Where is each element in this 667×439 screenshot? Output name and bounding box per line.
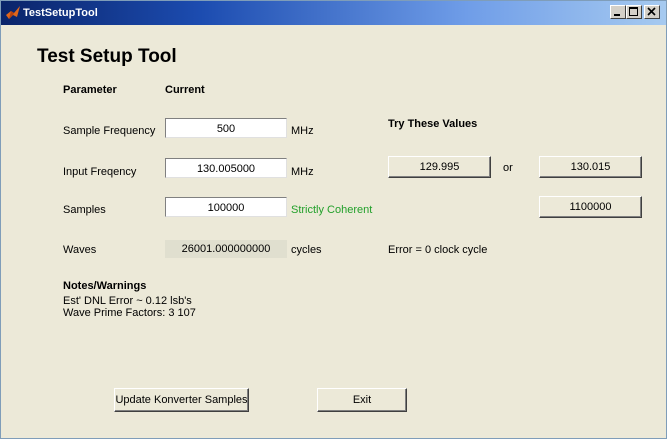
exit-button[interactable]: Exit — [317, 388, 407, 412]
input-frequency-input[interactable]: 130.005000 — [165, 158, 287, 178]
update-samples-button[interactable]: Update Konverter Samples — [114, 388, 249, 412]
samples-input[interactable]: 100000 — [165, 197, 287, 217]
waves-unit: cycles — [291, 244, 322, 256]
input-frequency-unit: MHz — [291, 166, 314, 178]
sample-frequency-input[interactable]: 500 — [165, 118, 287, 138]
or-label: or — [503, 162, 513, 174]
sample-frequency-unit: MHz — [291, 125, 314, 137]
close-icon — [647, 7, 656, 16]
notes-title: Notes/Warnings — [63, 280, 147, 292]
samples-label: Samples — [63, 204, 106, 216]
minimize-button[interactable] — [610, 5, 626, 19]
try-low-button[interactable]: 129.995 — [388, 156, 491, 178]
application-window: TestSetupTool Test Setup Tool Parameter … — [0, 0, 667, 439]
sample-frequency-label: Sample Frequency — [63, 125, 156, 137]
error-readout: Error = 0 clock cycle — [388, 244, 488, 256]
column-header-current: Current — [165, 84, 205, 96]
waves-label: Waves — [63, 244, 97, 256]
title-bar[interactable]: TestSetupTool — [1, 1, 666, 25]
close-button[interactable] — [644, 5, 660, 19]
main-panel: Test Setup Tool Parameter Current Try Th… — [1, 25, 666, 438]
window-title: TestSetupTool — [23, 7, 98, 19]
minimize-icon — [614, 14, 620, 16]
maximize-icon — [629, 7, 638, 16]
note-line: Wave Prime Factors: 3 107 — [63, 307, 196, 319]
try-high-button[interactable]: 130.015 — [539, 156, 642, 178]
column-header-try-values: Try These Values — [388, 118, 478, 130]
waves-value: 26001.000000000 — [165, 240, 287, 258]
matlab-icon — [5, 5, 21, 21]
try-samples-button[interactable]: 1100000 — [539, 196, 642, 218]
column-header-parameter: Parameter — [63, 84, 117, 96]
page-title: Test Setup Tool — [37, 46, 177, 67]
maximize-button[interactable] — [626, 5, 642, 19]
input-frequency-label: Input Freqency — [63, 166, 137, 178]
coherence-status: Strictly Coherent — [291, 204, 373, 216]
